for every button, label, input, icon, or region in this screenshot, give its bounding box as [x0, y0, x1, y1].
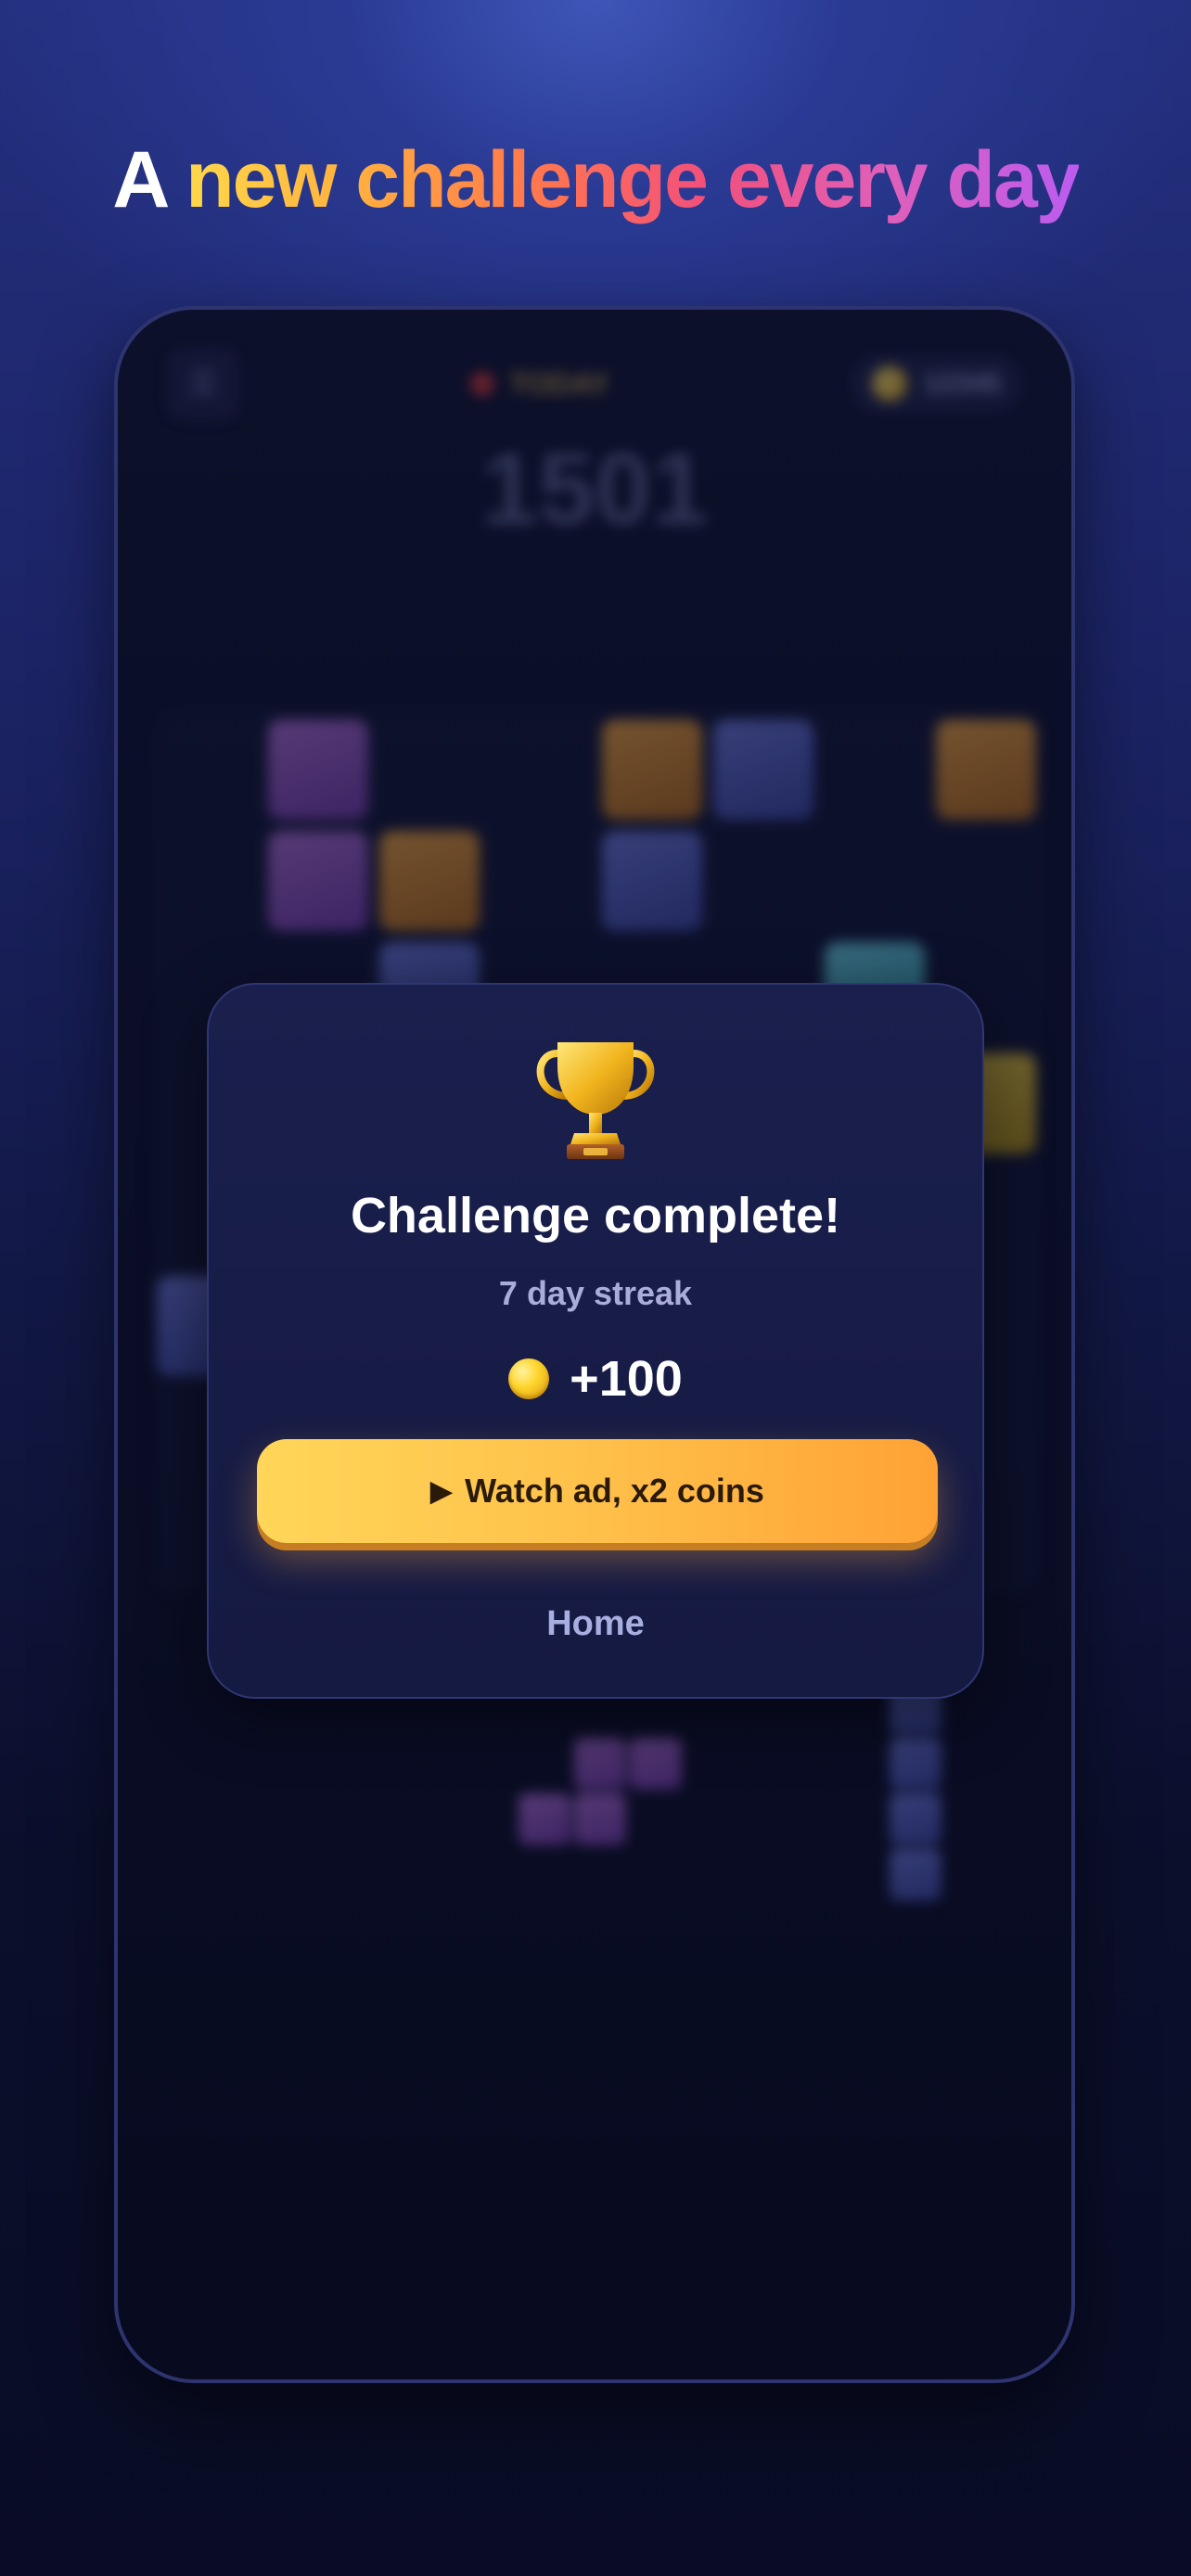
watch-ad-button[interactable]: ▶ Watch ad, x2 coins	[257, 1439, 938, 1543]
streak-label: 7 day streak	[498, 1274, 693, 1312]
headline-first-word: A	[112, 135, 167, 224]
challenge-complete-dialog: Challenge complete! 7 day streak +100 ▶ …	[207, 983, 984, 1699]
dialog-title: Challenge complete!	[350, 1188, 841, 1243]
coin-icon	[508, 1358, 550, 1399]
reward-display: +100	[209, 1346, 982, 1411]
play-icon: ▶	[430, 1475, 453, 1507]
headline-highlight: new challenge every day	[186, 135, 1081, 224]
watch-ad-button-label: Watch ad, x2 coins	[465, 1472, 764, 1510]
home-button[interactable]: Home	[209, 1604, 982, 1644]
reward-amount: +100	[570, 1351, 683, 1407]
trophy-icon	[209, 1029, 982, 1168]
marketing-headline: A new challenge every day	[0, 134, 1191, 226]
